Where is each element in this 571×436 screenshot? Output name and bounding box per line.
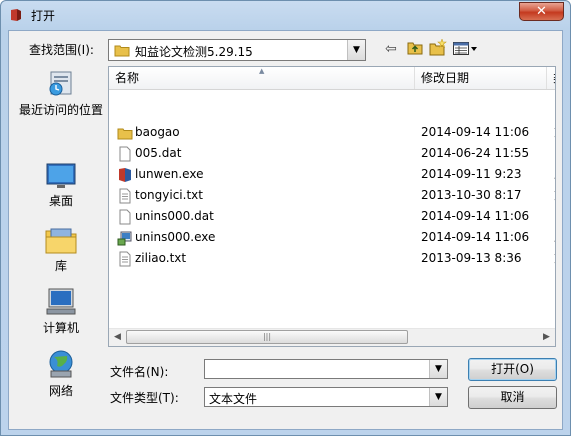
place-desktop[interactable]: 桌面: [17, 162, 105, 209]
look-in-value: 知益论文检测5.29.15: [135, 45, 253, 59]
file-date: 2014-06-24 11:55: [421, 146, 530, 160]
file-type: D: [554, 143, 555, 164]
text-file-icon: [119, 251, 131, 267]
list-item[interactable]: tongyici.txt 2013-10-30 8:17 文: [109, 185, 555, 206]
column-name[interactable]: 名称: [109, 67, 415, 89]
column-date-modified[interactable]: 修改日期: [415, 67, 547, 89]
installer-icon: [117, 231, 132, 246]
dialog-body: 查找范围(I): 知益论文检测5.29.15 ▼ ⇦ 最近访问的位置 桌面 库 …: [8, 30, 563, 430]
file-date: 2013-10-30 8:17: [421, 188, 522, 202]
text-file-icon: [119, 188, 131, 204]
open-button[interactable]: 打开(O): [468, 358, 557, 381]
filename-label: 文件名(N):: [110, 365, 169, 379]
computer-icon: [46, 288, 76, 315]
file-icon: [119, 209, 131, 225]
list-item[interactable]: lunwen.exe 2014-09-11 9:23 应: [109, 164, 555, 185]
list-item[interactable]: ziliao.txt 2013-09-13 8:36 文: [109, 248, 555, 269]
chevron-down-icon[interactable]: ▼: [429, 360, 447, 378]
file-name: unins000.exe: [135, 230, 216, 244]
places-bar: 最近访问的位置 桌面 库 计算机 网络: [17, 65, 105, 398]
column-header-row: ▲ 名称 修改日期 类: [109, 67, 555, 90]
file-date: 2013-09-13 8:36: [421, 251, 522, 265]
scroll-left-icon[interactable]: ◀: [109, 329, 126, 346]
recent-places-icon: [49, 71, 72, 96]
place-libraries[interactable]: 库: [17, 225, 105, 274]
file-type: 应: [554, 164, 555, 185]
scroll-right-icon[interactable]: ▶: [538, 329, 555, 346]
list-item[interactable]: unins000.exe 2014-09-14 11:06 应: [109, 227, 555, 248]
file-type: 文: [554, 122, 555, 143]
place-label: 桌面: [48, 194, 73, 208]
filetype-label: 文件类型(T):: [110, 391, 179, 405]
folder-icon: [114, 45, 130, 57]
list-item[interactable]: unins000.dat 2014-09-14 11:06 D: [109, 206, 555, 227]
cancel-button[interactable]: 取消: [468, 386, 557, 409]
file-date: 2014-09-11 9:23: [421, 167, 522, 181]
libraries-icon: [45, 228, 77, 254]
file-name: baogao: [135, 125, 180, 139]
file-list[interactable]: ▲ 名称 修改日期 类 baogao 2014-09-14 11:06 文 00…: [108, 66, 556, 347]
file-name: tongyici.txt: [135, 188, 203, 202]
desktop-icon: [46, 163, 76, 188]
back-icon[interactable]: ⇦: [385, 41, 397, 57]
folder-icon: [117, 128, 133, 140]
chevron-down-icon[interactable]: ▼: [347, 40, 365, 60]
new-folder-icon[interactable]: [429, 39, 447, 56]
file-name: unins000.dat: [135, 209, 214, 223]
file-date: 2014-09-14 11:06: [421, 230, 530, 244]
chevron-down-icon[interactable]: ▼: [429, 388, 447, 406]
exe-icon: [119, 168, 131, 182]
file-type: 应: [554, 227, 555, 248]
place-label: 最近访问的位置: [18, 103, 103, 117]
open-dialog-window: 打开 ✕ 查找范围(I): 知益论文检测5.29.15 ▼ ⇦ 最近访问的位置 …: [0, 0, 571, 436]
filetype-select[interactable]: 文本文件 ▼: [204, 387, 448, 407]
close-button[interactable]: ✕: [519, 2, 564, 21]
look-in-combo[interactable]: 知益论文检测5.29.15 ▼: [108, 39, 366, 61]
up-folder-icon[interactable]: [407, 40, 424, 56]
network-icon: [49, 350, 73, 378]
scrollbar-thumb[interactable]: |||: [126, 330, 408, 344]
file-type: D: [554, 206, 555, 227]
file-icon: [119, 146, 131, 162]
place-network[interactable]: 网络: [17, 348, 105, 399]
place-label: 库: [54, 259, 67, 273]
view-menu-icon[interactable]: [453, 42, 479, 56]
title-bar[interactable]: 打开 ✕: [1, 1, 570, 29]
file-type: 文: [554, 185, 555, 206]
window-title: 打开: [31, 9, 56, 23]
app-icon: [11, 9, 21, 21]
file-name: lunwen.exe: [135, 167, 204, 181]
file-name: 005.dat: [135, 146, 182, 160]
horizontal-scrollbar[interactable]: ◀ ||| ▶: [109, 328, 555, 346]
file-date: 2014-09-14 11:06: [421, 209, 530, 223]
list-item[interactable]: baogao 2014-09-14 11:06 文: [109, 122, 555, 143]
place-label: 网络: [48, 384, 73, 398]
look-in-label: 查找范围(I):: [29, 43, 94, 57]
filename-input[interactable]: ▼: [204, 359, 448, 379]
place-recent[interactable]: 最近访问的位置: [17, 69, 105, 118]
file-type: 文: [554, 248, 555, 269]
place-label: 计算机: [42, 321, 79, 335]
file-name: ziliao.txt: [135, 251, 187, 265]
column-type[interactable]: 类: [547, 67, 555, 89]
file-date: 2014-09-14 11:06: [421, 125, 530, 139]
place-computer[interactable]: 计算机: [17, 287, 105, 336]
filetype-value: 文本文件: [209, 392, 258, 406]
list-item[interactable]: 005.dat 2014-06-24 11:55 D: [109, 143, 555, 164]
